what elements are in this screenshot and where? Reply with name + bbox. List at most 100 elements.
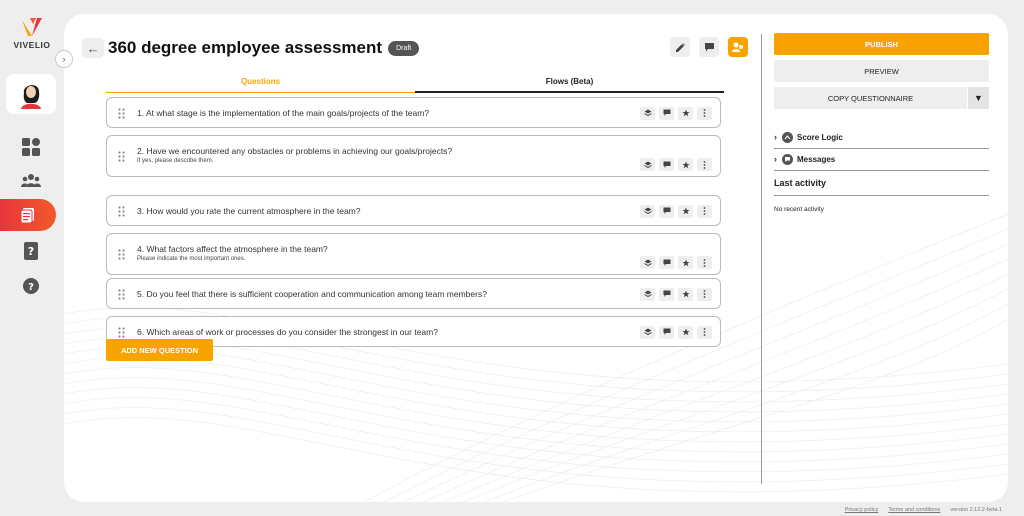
publish-button[interactable]: PUBLISH — [774, 33, 989, 55]
tab-bar: Questions Flows (Beta) — [106, 77, 724, 93]
user-settings-icon — [732, 42, 743, 52]
layers-icon[interactable] — [640, 256, 655, 269]
message-bubble-icon — [782, 153, 793, 165]
more-vertical-icon[interactable] — [697, 158, 712, 171]
more-vertical-icon[interactable] — [697, 204, 712, 218]
svg-text:?: ? — [28, 282, 34, 293]
messages-section[interactable]: › Messages — [774, 152, 989, 166]
page-title: 360 degree employee assessment — [108, 38, 383, 57]
copy-questionnaire-group: COPY QUESTIONNAIRE ▼ — [774, 87, 989, 109]
layers-icon[interactable] — [640, 287, 655, 301]
comments-button[interactable] — [699, 37, 719, 57]
question-text: 3. How would you rate the current atmosp… — [137, 205, 361, 216]
status-badge: Draft — [388, 40, 420, 56]
copy-questionnaire-button[interactable]: COPY QUESTIONNAIRE — [774, 87, 967, 109]
help-circle-icon[interactable]: ? — [20, 275, 42, 297]
more-vertical-icon[interactable] — [697, 256, 712, 269]
logo[interactable]: VIVELIO — [12, 16, 52, 50]
question-card[interactable]: 1. At what stage is the implementation o… — [106, 97, 721, 128]
more-vertical-icon[interactable] — [697, 106, 712, 120]
panel-divider — [761, 34, 762, 484]
comment-icon[interactable] — [659, 287, 674, 301]
question-card[interactable]: 5. Do you feel that there is sufficient … — [106, 278, 721, 309]
dashboard-grid-icon[interactable] — [20, 136, 42, 158]
messages-label: Messages — [797, 154, 836, 164]
score-gauge-icon — [782, 131, 793, 143]
question-actions — [640, 287, 712, 301]
question-text: 1. At what stage is the implementation o… — [137, 107, 429, 118]
last-activity-heading: Last activity — [774, 178, 827, 188]
edit-button[interactable] — [670, 37, 690, 57]
question-card[interactable]: 4. What factors affect the atmosphere in… — [106, 233, 721, 275]
more-vertical-icon[interactable] — [697, 287, 712, 301]
sidebar-collapse-button[interactable]: › — [55, 50, 73, 68]
chevron-right-icon: › — [774, 132, 777, 142]
layers-icon[interactable] — [640, 158, 655, 171]
question-subtext: If yes, please describe them. — [137, 158, 214, 164]
layers-icon[interactable] — [640, 106, 655, 120]
question-text: 5. Do you feel that there is sufficient … — [137, 288, 487, 299]
separator — [774, 170, 989, 171]
sidebar: VIVELIO ? ? — [0, 0, 64, 516]
user-avatar[interactable] — [6, 74, 56, 114]
drag-handle-icon[interactable] — [118, 326, 125, 338]
logo-text: VIVELIO — [13, 40, 51, 50]
svg-text:?: ? — [28, 245, 34, 258]
question-text: 6. Which areas of work or processes do y… — [137, 326, 438, 337]
star-icon[interactable] — [678, 256, 693, 269]
comment-icon[interactable] — [659, 158, 674, 171]
question-actions — [640, 256, 712, 269]
question-actions — [640, 204, 712, 218]
question-actions — [640, 158, 712, 171]
version-text: version 2.12.2-beta.1 — [950, 507, 1002, 513]
back-button[interactable]: ← — [82, 38, 104, 58]
pencil-icon — [675, 42, 685, 52]
drag-handle-icon[interactable] — [118, 249, 125, 260]
more-vertical-icon[interactable] — [697, 325, 712, 339]
preview-button[interactable]: PREVIEW — [774, 60, 989, 82]
score-logic-section[interactable]: › Score Logic — [774, 130, 989, 144]
logo-mark-icon — [20, 16, 44, 38]
copy-dropdown-button[interactable]: ▼ — [967, 87, 989, 109]
star-icon[interactable] — [678, 204, 693, 218]
avatar-person-icon — [21, 85, 41, 109]
drag-handle-icon[interactable] — [118, 151, 125, 162]
score-logic-label: Score Logic — [797, 132, 843, 142]
terms-link[interactable]: Terms and conditions — [888, 507, 940, 513]
main-card: ← 360 degree employee assessment Draft Q… — [64, 14, 1008, 502]
question-text: 4. What factors affect the atmosphere in… — [137, 244, 328, 254]
book-question-icon[interactable]: ? — [20, 240, 42, 262]
caret-down-icon: ▼ — [974, 93, 983, 103]
drag-handle-icon[interactable] — [118, 107, 125, 119]
arrow-left-icon: ← — [86, 40, 100, 56]
question-subtext: Please indicate the most important ones. — [137, 256, 246, 262]
star-icon[interactable] — [678, 325, 693, 339]
question-text: 2. Have we encountered any obstacles or … — [137, 146, 453, 156]
participants-button[interactable] — [728, 37, 748, 57]
comment-icon[interactable] — [659, 204, 674, 218]
star-icon[interactable] — [678, 287, 693, 301]
chevron-right-icon: › — [62, 54, 66, 64]
question-card[interactable]: 2. Have we encountered any obstacles or … — [106, 135, 721, 177]
layers-icon[interactable] — [640, 204, 655, 218]
users-icon[interactable] — [20, 170, 42, 192]
comment-icon — [704, 42, 714, 51]
tab-flows[interactable]: Flows (Beta) — [415, 77, 724, 93]
star-icon[interactable] — [678, 158, 693, 171]
layers-icon[interactable] — [640, 325, 655, 339]
separator — [774, 195, 989, 196]
footer: Privacy policy Terms and conditions vers… — [845, 507, 1002, 513]
question-card[interactable]: 3. How would you rate the current atmosp… — [106, 195, 721, 226]
star-icon[interactable] — [678, 106, 693, 120]
chevron-right-icon: › — [774, 154, 777, 164]
separator — [774, 148, 989, 149]
tab-questions[interactable]: Questions — [106, 77, 415, 93]
sidebar-item-questionnaires[interactable] — [0, 199, 56, 231]
drag-handle-icon[interactable] — [118, 205, 125, 217]
comment-icon[interactable] — [659, 325, 674, 339]
comment-icon[interactable] — [659, 256, 674, 269]
drag-handle-icon[interactable] — [118, 288, 125, 300]
add-question-button[interactable]: ADD NEW QUESTION — [106, 339, 213, 361]
privacy-policy-link[interactable]: Privacy policy — [845, 507, 879, 513]
comment-icon[interactable] — [659, 106, 674, 120]
